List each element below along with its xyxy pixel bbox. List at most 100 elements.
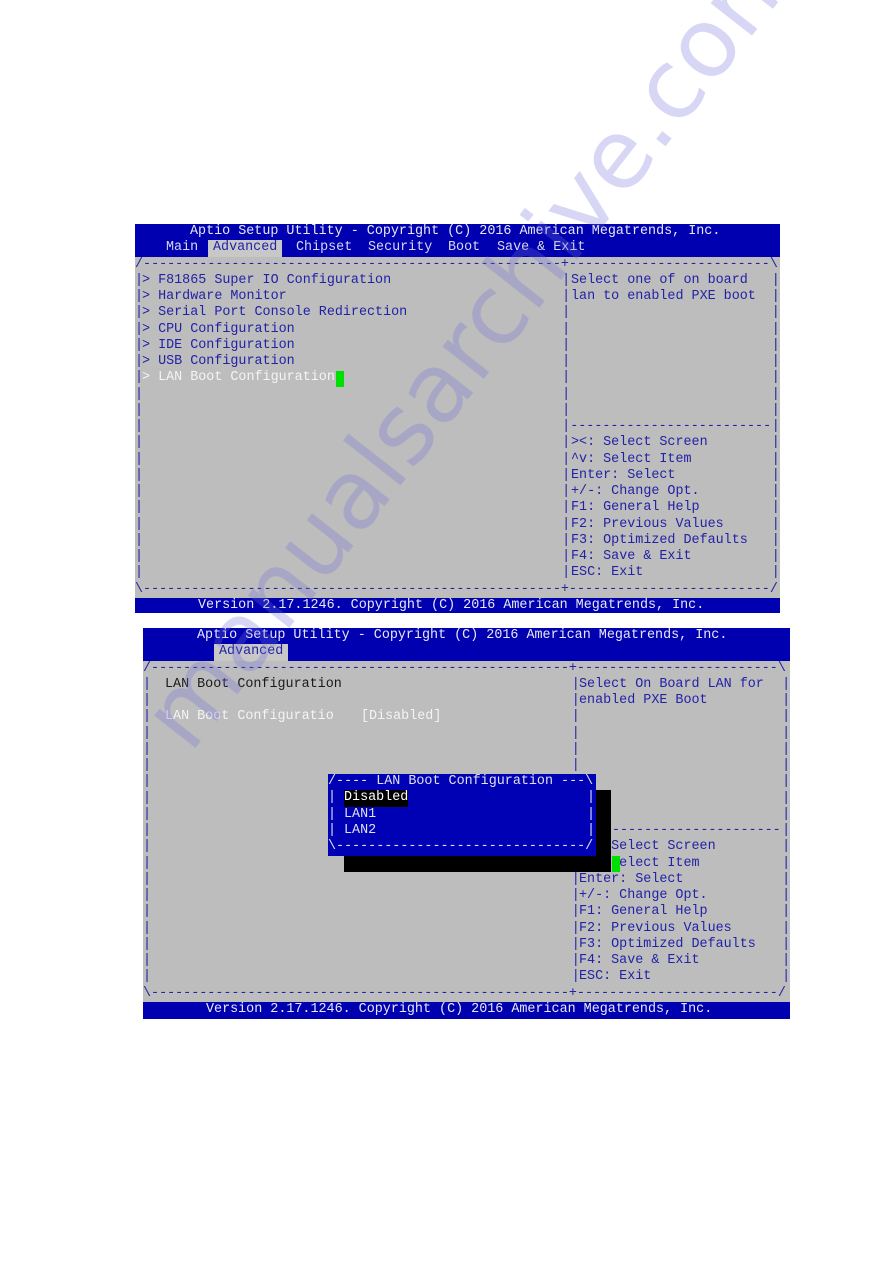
border-line: | [771,451,780,467]
border-line: | [143,676,152,692]
border-line: | [143,758,152,773]
border-line: | [135,516,144,532]
bios-footer: Version 2.17.1246. Copyright (C) 2016 Am… [206,1001,713,1017]
border-line: | [771,500,780,516]
tab-security[interactable]: Security [368,240,432,256]
border-line: | [782,823,790,838]
popup-lan-boot-configuration: /---- LAN Boot Configuration ---\ | | | … [328,774,596,856]
tab-advanced[interactable]: Advanced [214,644,289,661]
border-line: | [771,305,780,321]
border-line: | [782,774,790,790]
border-line: | [562,337,571,353]
border-line: | [562,484,571,499]
border-line: | [143,774,152,790]
border-line: | [562,402,571,418]
border-line: /---------------------------------------… [135,256,778,272]
border-line: | [143,936,152,952]
border-line: | [562,451,571,467]
border-line: | [143,855,152,871]
menu-item-cpu[interactable]: > CPU Configuration [142,322,295,338]
border-line: | [771,272,780,288]
key-hint: F3: Optimized Defaults [579,936,756,952]
border-line: | [143,806,152,822]
border-line: | [771,467,780,483]
border-line: | [782,920,790,936]
border-line: | [771,419,780,434]
border-line: | [771,289,780,304]
menu-item-super-io[interactable]: > F81865 Super IO Configuration [142,273,391,289]
border-line: | [782,806,790,822]
border-line: | [143,920,152,936]
bios-footer: Version 2.17.1246. Copyright (C) 2016 Am… [198,597,705,613]
key-hint: ^v: Select Item [571,451,692,467]
border-line: | [143,953,152,968]
border-line: | [135,484,144,499]
tab-save-exit[interactable]: Save & Exit [497,240,585,256]
key-hint: F4: Save & Exit [571,549,692,564]
tab-boot[interactable]: Boot [448,240,480,256]
key-hint: Enter: Select [579,871,684,887]
border-line: | [571,758,580,773]
menu-item-serial-console[interactable]: > Serial Port Console Redirection [142,305,407,321]
border-line: | [782,871,790,887]
border-line: | [771,402,780,418]
tab-advanced[interactable]: Advanced [208,240,283,257]
key-hint: +/-: Change Opt. [579,888,708,903]
setting-label[interactable]: LAN Boot Configuratio [165,709,334,725]
border-line: | [771,549,780,564]
help-line: lan to enabled PXE boot [571,289,756,304]
menu-item-ide[interactable]: > IDE Configuration [142,338,295,354]
tab-chipset[interactable]: Chipset [296,240,352,256]
border-line: | [143,709,152,725]
key-hint: F2: Previous Values [579,920,732,936]
border-line: | [782,693,790,708]
border-line: | [562,370,571,386]
border-line: | [562,565,571,581]
key-hint: F2: Previous Values [571,516,724,532]
border-line: | [771,386,780,402]
border-line: | [135,532,144,548]
setting-value[interactable]: [Disabled] [361,709,441,725]
border-line: | [782,790,790,806]
option-lan2[interactable]: LAN2 [344,823,376,839]
menu-item-usb[interactable]: > USB Configuration [142,354,295,370]
key-hint: ESC: Exit [571,565,644,581]
border-line: | [135,386,144,402]
option-disabled[interactable]: Disabled [344,790,409,807]
popup-border: | [587,822,596,838]
border-line: | [782,953,790,968]
border-line: | [562,435,571,451]
border-line: | [562,532,571,548]
border-line: | [782,904,790,920]
border-line: | [143,969,152,985]
border-line: | [135,402,144,418]
key-hint: ><: Select Screen [571,435,708,451]
border-line: | [135,467,144,483]
popup-border-bottom: \-------------------------------/ [328,839,594,854]
key-hint: +/-: Change Opt. [571,484,700,499]
menu-item-hardware-monitor[interactable]: > Hardware Monitor [142,289,287,305]
border-line: | [562,289,571,304]
popup-border: | [587,790,596,806]
help-line: enabled PXE Boot [579,693,708,708]
border-line: | [143,904,152,920]
border-line: | [143,725,152,741]
border-line: | [782,936,790,952]
border-line: | [771,321,780,337]
tab-main[interactable]: Main [166,240,198,256]
border-line: | [562,500,571,516]
border-line: | [782,888,790,903]
border-line: | [771,532,780,548]
key-hint: F4: Save & Exit [579,953,700,968]
border-line: | [562,386,571,402]
key-hint: Enter: Select [571,467,676,483]
bios-screen-lan-boot: Aptio Setup Utility - Copyright (C) 2016… [143,628,790,1019]
bios-screen-advanced: Aptio Setup Utility - Copyright (C) 2016… [135,224,780,613]
popup-border: | [328,806,337,822]
border-line: | [562,321,571,337]
border-line: | [143,790,152,806]
menu-item-lan-boot[interactable]: > LAN Boot Configuration [142,370,335,386]
option-lan1[interactable]: LAN1 [344,807,376,823]
border-line: | [143,693,152,708]
border-line: | [562,516,571,532]
